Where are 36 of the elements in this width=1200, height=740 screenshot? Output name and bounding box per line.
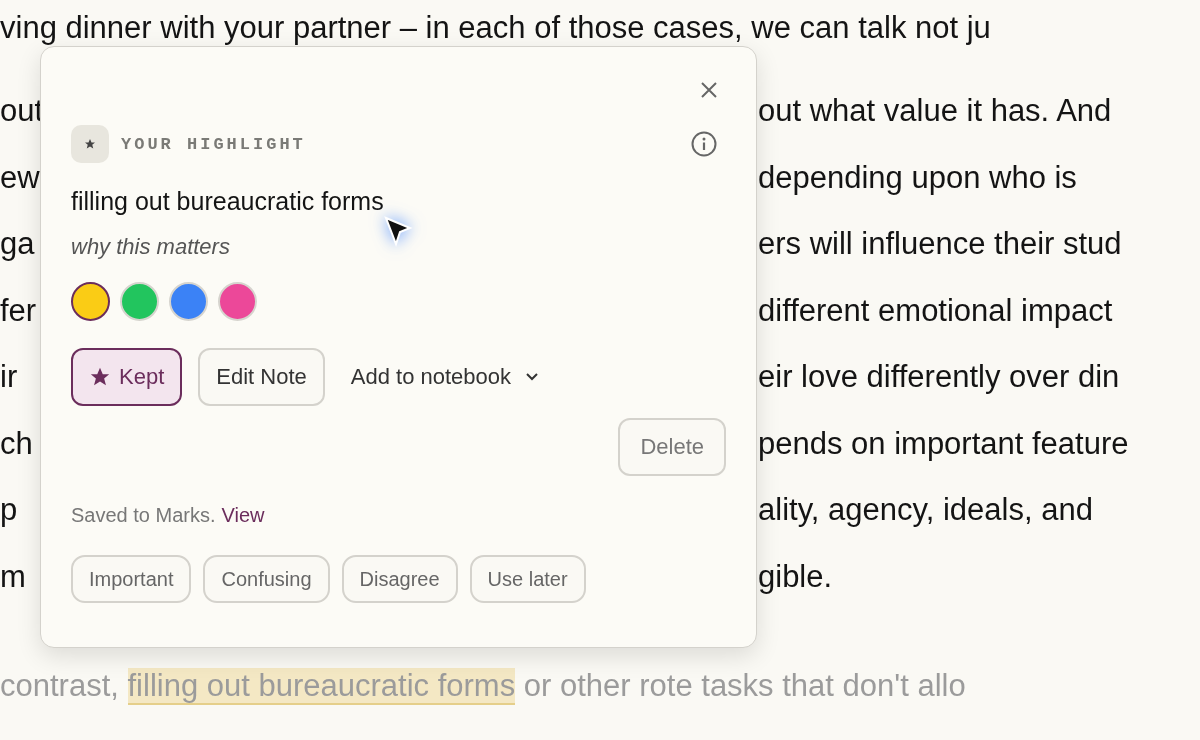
article-text: gible.: [758, 558, 833, 595]
star-icon: [71, 125, 109, 163]
article-text: fer: [0, 292, 38, 329]
chevron-down-icon: [525, 372, 539, 382]
notebook-dropdown[interactable]: Add to notebook: [340, 348, 549, 406]
star-icon: [89, 366, 111, 388]
article-text: eir love differently over din: [758, 359, 1120, 396]
color-swatch[interactable]: [71, 282, 110, 321]
article-text: ga: [0, 226, 36, 263]
highlight-quote: filling out bureaucratic forms: [71, 187, 384, 216]
section-label: YOUR HIGHLIGHT: [121, 134, 306, 154]
note-field[interactable]: why this matters: [71, 234, 371, 260]
tag-chip[interactable]: Confusing: [203, 555, 330, 603]
saved-text: Saved to Marks.: [71, 504, 216, 527]
tag-chip[interactable]: Use later: [469, 555, 586, 603]
view-link[interactable]: View: [221, 504, 265, 527]
edit-note-button[interactable]: Edit Note: [198, 348, 325, 406]
article-text: out what value it has. And: [758, 93, 1112, 130]
article-text: ch: [0, 425, 34, 462]
article-text: ew: [0, 159, 40, 196]
article-text: pends on important feature: [758, 425, 1129, 462]
article-text: ving dinner with your partner – in each of those cases, we can talk not ju: [0, 10, 991, 45]
delete-button[interactable]: Delete: [618, 418, 726, 476]
article-text: out: [0, 93, 40, 130]
article-text: different emotional impact: [758, 292, 1113, 329]
article-text: m: [0, 558, 27, 595]
kept-button[interactable]: Kept: [71, 348, 183, 406]
article-text: ir: [0, 359, 19, 396]
article-text: depending upon who is: [758, 159, 1077, 196]
tag-chip[interactable]: Important: [71, 555, 192, 603]
info-icon[interactable]: [690, 130, 718, 158]
tag-chip[interactable]: Disagree: [341, 555, 458, 603]
article-text: p: [0, 492, 19, 529]
article-text: contrast, filling out bureaucratic forms or other rote tasks that don't allo: [0, 668, 967, 704]
article-text: ers will influence their stud: [758, 226, 1122, 263]
article-text: ality, agency, ideals, and: [758, 492, 1093, 529]
